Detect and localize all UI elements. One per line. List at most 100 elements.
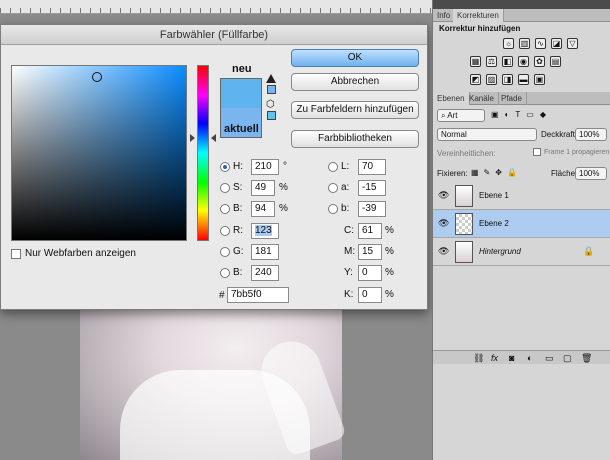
exposure-icon[interactable]: ◪ xyxy=(551,38,562,49)
mask-icon[interactable]: ◙ xyxy=(509,353,514,363)
adjustment-layer-icon[interactable]: ◐ xyxy=(527,353,532,363)
tab-channels[interactable]: Kanäle xyxy=(465,92,499,105)
webcolors-label: Nur Webfarben anzeigen xyxy=(25,248,136,259)
eye-icon[interactable]: 👁 xyxy=(438,246,449,256)
magenta-label: M: xyxy=(344,246,356,257)
black-input[interactable]: 0 xyxy=(358,287,382,303)
lab-a-label: a: xyxy=(341,182,350,193)
color-field-picker[interactable] xyxy=(92,72,102,82)
layer-name: Hintergrund xyxy=(479,247,521,256)
radio-hue[interactable] xyxy=(220,162,230,172)
radio-brightness[interactable] xyxy=(220,204,230,214)
lab-l-label: L: xyxy=(341,161,350,172)
tab-paths[interactable]: Pfade xyxy=(497,92,527,105)
current-color-label: aktuell xyxy=(224,123,259,135)
magenta-unit: % xyxy=(385,246,394,257)
radio-lightness[interactable] xyxy=(328,162,338,172)
radio-red[interactable] xyxy=(220,226,230,236)
link-icon[interactable]: ⛓ xyxy=(473,353,484,363)
radio-lab-a[interactable] xyxy=(328,183,338,193)
yellow-input[interactable]: 0 xyxy=(358,265,382,281)
eye-icon[interactable]: 👁 xyxy=(438,190,449,200)
colorbalance-icon[interactable]: ⚖ xyxy=(486,56,497,67)
hex-input[interactable]: 7bb5f0 xyxy=(227,287,289,303)
levels-icon[interactable]: ▥ xyxy=(519,38,530,49)
gradientmap-icon[interactable]: ▬ xyxy=(518,74,529,85)
layer-row-ebene-2[interactable]: 👁 Ebene 2 xyxy=(433,210,610,238)
brightness-icon[interactable]: ☼ xyxy=(503,38,514,49)
brightness-input[interactable]: 94 xyxy=(251,201,275,217)
color-libraries-button[interactable]: Farbbibliotheken xyxy=(291,130,419,148)
new-color-swatch xyxy=(220,78,262,108)
fill-input[interactable]: 100% xyxy=(575,167,607,180)
radio-blue[interactable] xyxy=(220,268,230,278)
ok-button[interactable]: OK xyxy=(291,49,419,67)
layers-panel-tabs: Ebenen Kanäle Pfade xyxy=(433,92,610,105)
trash-icon[interactable]: 🗑 xyxy=(581,353,592,363)
green-input[interactable]: 181 xyxy=(251,244,279,260)
layer-row-hintergrund[interactable]: 👁 Hintergrund 🔒 xyxy=(433,238,610,266)
filter-icons[interactable]: ▣◐T▭◆ xyxy=(491,110,552,119)
hue-slider-arrow-right[interactable] xyxy=(211,134,216,142)
black-label: K: xyxy=(344,289,354,300)
dialog-title: Farbwähler (Füllfarbe) xyxy=(1,25,427,45)
radio-saturation[interactable] xyxy=(220,183,230,193)
green-label: G: xyxy=(233,246,244,257)
unify-label: Vereinheitlichen: xyxy=(437,149,496,158)
web-cube-icon[interactable]: ⬡ xyxy=(266,100,276,110)
threshold-icon[interactable]: ◨ xyxy=(502,74,513,85)
group-icon[interactable]: ▭ xyxy=(545,353,554,363)
posterize-icon[interactable]: ▨ xyxy=(486,74,497,85)
blue-input[interactable]: 240 xyxy=(251,265,279,281)
lock-icons[interactable]: ▦✎✥🔒 xyxy=(471,168,522,177)
new-layer-icon[interactable]: ▢ xyxy=(563,353,572,363)
vibrance-icon[interactable]: ▽ xyxy=(567,38,578,49)
selectivecolor-icon[interactable]: ▣ xyxy=(534,74,545,85)
brightness-unit: % xyxy=(279,203,288,214)
blackwhite-icon[interactable]: ◧ xyxy=(502,56,513,67)
web-swatch[interactable] xyxy=(267,111,276,120)
hue-slider[interactable] xyxy=(197,65,209,241)
blend-mode-select[interactable]: Normal xyxy=(437,128,537,141)
opacity-input[interactable]: 100% xyxy=(575,128,607,141)
add-to-swatches-button[interactable]: Zu Farbfeldern hinzufügen xyxy=(291,101,419,119)
lab-l-input[interactable]: 70 xyxy=(358,159,386,175)
layer-row-ebene-1[interactable]: 👁 Ebene 1 xyxy=(433,182,610,210)
hue-slider-arrow-left[interactable] xyxy=(190,134,195,142)
canvas-photo xyxy=(80,300,348,460)
blue-label: B: xyxy=(233,267,243,278)
kind-filter-select[interactable]: ⌕ Art xyxy=(437,109,485,122)
huesat-icon[interactable]: ▦ xyxy=(470,56,481,67)
webcolors-checkbox[interactable] xyxy=(11,249,21,259)
top-panel-tabs: Info Korrekturen xyxy=(433,9,610,22)
red-input[interactable]: 123 xyxy=(251,223,279,239)
invert-icon[interactable]: ◩ xyxy=(470,74,481,85)
saturation-label: S: xyxy=(233,182,243,193)
magenta-input[interactable]: 15 xyxy=(358,244,382,260)
lab-b-input[interactable]: -39 xyxy=(358,201,386,217)
eye-icon[interactable]: 👁 xyxy=(438,218,449,228)
photofilter-icon[interactable]: ◉ xyxy=(518,56,529,67)
fill-label: Fläche: xyxy=(551,169,578,178)
tab-corrections[interactable]: Korrekturen xyxy=(453,9,504,22)
kind-filter-value: Art xyxy=(447,111,458,120)
tab-info[interactable]: Info xyxy=(433,9,456,22)
gamut-warning-icon[interactable] xyxy=(266,74,276,83)
cancel-button[interactable]: Abbrechen xyxy=(291,73,419,91)
lab-a-input[interactable]: -15 xyxy=(358,180,386,196)
fx-icon[interactable]: fx xyxy=(491,353,498,363)
layer-thumbnail xyxy=(455,185,473,207)
colorlookup-icon[interactable]: ▤ xyxy=(550,56,561,67)
channelmixer-icon[interactable]: ✿ xyxy=(534,56,545,67)
curves-icon[interactable]: ∿ xyxy=(535,38,546,49)
cyan-input[interactable]: 61 xyxy=(358,223,382,239)
radio-green[interactable] xyxy=(220,247,230,257)
hue-input[interactable]: 210 xyxy=(251,159,279,175)
radio-lab-b[interactable] xyxy=(328,204,338,214)
saturation-input[interactable]: 49 xyxy=(251,180,275,196)
color-field[interactable] xyxy=(11,65,187,241)
layer-name: Ebene 2 xyxy=(479,219,509,228)
saturation-unit: % xyxy=(279,182,288,193)
propagate-checkbox[interactable] xyxy=(533,148,541,156)
gamut-swatch[interactable] xyxy=(267,85,276,94)
